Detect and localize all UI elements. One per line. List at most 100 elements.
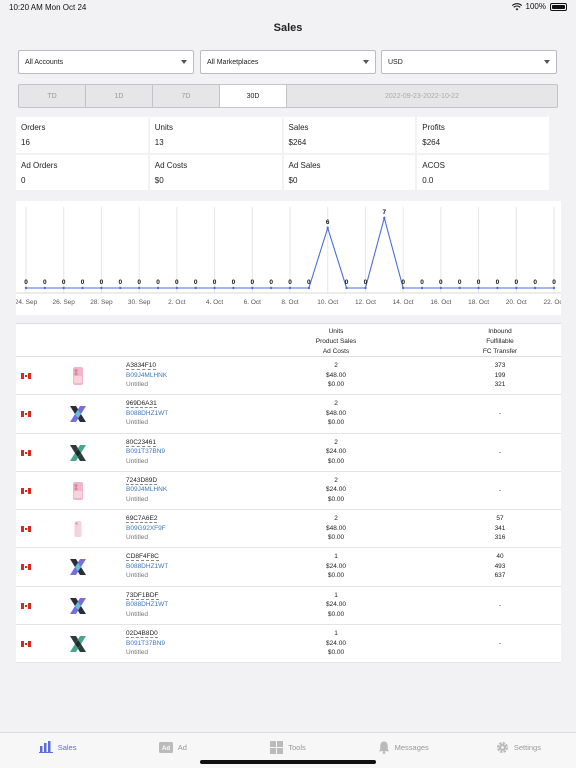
- data-point[interactable]: [458, 286, 461, 290]
- period-td[interactable]: TD: [19, 85, 86, 107]
- data-point[interactable]: [288, 286, 292, 290]
- data-point[interactable]: [175, 286, 179, 290]
- data-point[interactable]: [81, 286, 84, 290]
- data-point[interactable]: [251, 286, 254, 290]
- data-point[interactable]: [496, 286, 499, 290]
- data-point[interactable]: [269, 286, 273, 290]
- header-inbound: Inbound: [488, 328, 512, 335]
- data-label: 0: [420, 279, 424, 286]
- currency-select[interactable]: USD: [381, 50, 557, 74]
- data-point[interactable]: [119, 286, 122, 290]
- product-ids: 69C7A6E2 B09G92XF9F Untitled: [126, 514, 166, 543]
- asin-link[interactable]: B091T37BN9: [126, 639, 165, 649]
- data-point[interactable]: [43, 286, 47, 290]
- marketplaces-value: All Marketplaces: [207, 58, 259, 66]
- data-label: 0: [439, 279, 443, 286]
- sku-link[interactable]: 80C23461: [126, 438, 156, 447]
- stat-units: Units 13: [149, 117, 282, 153]
- data-label: 0: [194, 279, 198, 286]
- period-1d[interactable]: 1D: [86, 85, 153, 107]
- data-label: 0: [118, 279, 122, 286]
- sku-link[interactable]: 969D6A31: [126, 400, 157, 409]
- inventory-empty: -: [498, 640, 502, 648]
- sku-link[interactable]: A3834F10: [126, 362, 156, 370]
- data-point[interactable]: [420, 286, 424, 290]
- tab-label: Sales: [57, 742, 77, 752]
- sku-link[interactable]: 7243D89D: [126, 476, 158, 485]
- stat-ad-orders: Ad Orders 0: [16, 154, 148, 190]
- marketplaces-select[interactable]: All Marketplaces: [200, 50, 376, 74]
- data-point[interactable]: [533, 286, 537, 290]
- ad-costs-value: $0.00: [327, 572, 345, 580]
- header-ad-costs: Ad Costs: [322, 348, 350, 355]
- asin-link[interactable]: B091T37BN9: [126, 447, 165, 457]
- sku-link[interactable]: 02D4B8D0: [126, 630, 158, 639]
- stat-label: Ad Sales: [288, 160, 321, 170]
- status-right: 100%: [511, 2, 567, 11]
- fulfillable-value: 493: [494, 562, 506, 570]
- period-7d[interactable]: 7D: [153, 85, 220, 107]
- asin-link[interactable]: B09J4MLHNK: [126, 371, 167, 381]
- data-point[interactable]: [383, 216, 386, 220]
- product-ids: 7243D89D B09J4MLHNK Untitled: [126, 476, 167, 505]
- data-point[interactable]: [364, 286, 367, 290]
- data-point[interactable]: [62, 286, 65, 290]
- sales-chart[interactable]: 0 0 0 0 0 0 0 0 0 0 0 0 0 0 0 0 6 0 0 7 0 0 0 0 0 0 0 0 0 24. Sep 26. …: [15, 201, 565, 315]
- period-30d[interactable]: 30D: [220, 85, 287, 107]
- data-label: 0: [62, 279, 66, 286]
- table-row[interactable]: 73DF1BDF B088DHZ1WT Untitled 1 $24.00 $0…: [16, 587, 561, 626]
- data-point[interactable]: [213, 286, 216, 290]
- data-label: 0: [401, 279, 405, 286]
- inventory-empty: -: [498, 601, 502, 609]
- table-row[interactable]: 02D4B8D0 B091T37BN9 Untitled 1 $24.00 $0…: [16, 625, 561, 664]
- data-label: 0: [100, 279, 104, 286]
- table-row[interactable]: 69C7A6E2 B09G92XF9F Untitled 2 $48.00 $0…: [16, 510, 561, 549]
- tab-messages[interactable]: Messages: [346, 733, 461, 761]
- tab-sales[interactable]: Sales: [0, 733, 115, 761]
- data-point[interactable]: [24, 286, 28, 290]
- data-label: 0: [477, 279, 481, 286]
- table-row[interactable]: 969D6A31 B088DHZ1WT Untitled 2 $48.00 $0…: [16, 395, 561, 434]
- product-sales-value: $24.00: [326, 601, 346, 609]
- asin-link[interactable]: B088DHZ1WT: [126, 600, 168, 610]
- data-point[interactable]: [401, 286, 405, 290]
- table-row[interactable]: CD8F4F8C B088DHZ1WT Untitled 1 $24.00 $0…: [16, 548, 561, 587]
- ad-icon: Ad: [158, 741, 173, 753]
- canada-flag-icon: [21, 373, 31, 379]
- asin-link[interactable]: B09G92XF9F: [126, 524, 166, 534]
- tab-settings[interactable]: Settings: [461, 733, 576, 761]
- data-point[interactable]: [100, 286, 103, 290]
- asin-link[interactable]: B088DHZ1WT: [126, 409, 168, 419]
- table-row[interactable]: 7243D89D B09J4MLHNK Untitled 2 $24.00 $0…: [16, 472, 561, 511]
- data-point[interactable]: [345, 286, 348, 290]
- data-point[interactable]: [515, 286, 518, 290]
- data-point[interactable]: [439, 286, 443, 290]
- data-point[interactable]: [326, 226, 329, 230]
- x-tick-label: 2. Oct: [168, 299, 186, 306]
- data-point[interactable]: [307, 286, 311, 290]
- accounts-select[interactable]: All Accounts: [18, 50, 194, 74]
- data-point[interactable]: [137, 286, 141, 290]
- tab-tools[interactable]: Tools: [230, 733, 345, 761]
- units-value: 2: [334, 438, 338, 446]
- tab-label: Ad: [177, 742, 187, 752]
- data-label: 0: [137, 279, 141, 286]
- asin-link[interactable]: B088DHZ1WT: [126, 562, 168, 572]
- data-point[interactable]: [477, 286, 480, 290]
- data-point[interactable]: [232, 286, 235, 290]
- date-range[interactable]: 2022-09-23-2022-10-22: [287, 85, 557, 107]
- asin-link[interactable]: B09J4MLHNK: [126, 485, 167, 495]
- stat-value: $264: [288, 138, 307, 147]
- units-value: 2: [334, 400, 338, 408]
- sku-link[interactable]: 69C7A6E2: [126, 515, 158, 524]
- table-row[interactable]: 80C23461 B091T37BN9 Untitled 2 $24.00 $0…: [16, 434, 561, 472]
- table-row[interactable]: A3834F10 B09J4MLHNK Untitled 2 $48.00 $0…: [16, 357, 561, 396]
- data-point[interactable]: [194, 286, 197, 290]
- tab-ad[interactable]: Ad Ad: [115, 733, 230, 761]
- stat-value: $0: [288, 175, 298, 185]
- sku-link[interactable]: 73DF1BDF: [126, 591, 159, 600]
- sku-link[interactable]: CD8F4F8C: [126, 553, 159, 562]
- fc-transfer-value: 321: [494, 381, 506, 388]
- data-point[interactable]: [156, 286, 160, 290]
- data-point[interactable]: [552, 286, 556, 290]
